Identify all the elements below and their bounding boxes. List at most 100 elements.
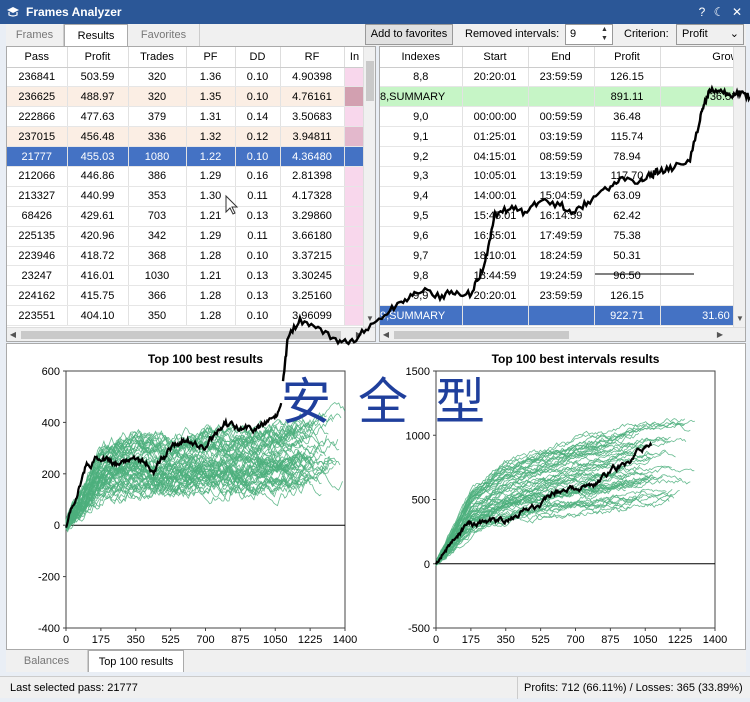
column-header[interactable]: RF (280, 47, 345, 68)
column-header[interactable]: Indexes (380, 47, 463, 68)
cell-profit: 75.38 (594, 226, 661, 247)
results-vertical-scrollbar[interactable]: ▼ (363, 47, 375, 327)
table-row[interactable]: 9,1 01:25:01 03:19:59 115.74 (380, 126, 745, 148)
column-header[interactable]: In (344, 47, 366, 68)
cell-trades: 366 (128, 285, 187, 307)
results-vscroll-thumb[interactable] (366, 61, 374, 101)
results-hscroll-thumb[interactable] (21, 331, 341, 339)
cell-pf: 1.30 (186, 186, 236, 207)
table-row[interactable]: 8,8 20:20:01 23:59:59 126.15 (380, 67, 745, 88)
intervals-hscroll-thumb[interactable] (394, 331, 569, 339)
cell-profit: 126.15 (594, 67, 661, 88)
intervals-vertical-scrollbar[interactable]: ▼ (733, 47, 745, 327)
table-row[interactable]: 222866 477.63 379 1.31 0.14 3.50683 (7, 106, 366, 128)
table-row[interactable]: 223551 404.10 350 1.28 0.10 3.96099 (7, 305, 366, 327)
cell-start (462, 305, 529, 327)
tab-balances[interactable]: Balances (6, 650, 88, 672)
column-header[interactable]: DD (235, 47, 281, 68)
table-row[interactable]: 21777 455.03 1080 1.22 0.10 4.36480 (7, 146, 366, 167)
cell-in-marker (344, 206, 366, 227)
table-row[interactable]: 212066 446.86 386 1.29 0.16 2.81398 (7, 166, 366, 187)
toolbar: Add to favorites Removed intervals: 9 ▲ ▼… (362, 24, 750, 46)
cell-pass: 21777 (7, 146, 68, 167)
table-row[interactable]: 9,7 18:10:01 18:24:59 50.31 (380, 246, 745, 267)
intervals-table: Indexes Start End Profit Growth 8,8 20:20:01 2… (379, 46, 746, 342)
cell-indexes: 9,6 (380, 226, 463, 247)
table-row[interactable]: 9,8 18:44:59 19:24:59 96.50 (380, 265, 745, 287)
scroll-left-icon[interactable]: ◀ (380, 330, 392, 339)
cell-pass: 236625 (7, 86, 68, 108)
cell-profit: 429.61 (67, 206, 129, 227)
table-row[interactable]: 9,3 10:05:01 13:19:59 117.70 (380, 166, 745, 187)
criterion-label: Criterion: (624, 28, 669, 40)
intervals-horizontal-scrollbar[interactable]: ◀ ▶ (380, 327, 745, 341)
close-icon[interactable]: ✕ (729, 4, 745, 20)
theme-toggle-icon[interactable]: ☾ (711, 4, 727, 20)
cell-rf: 4.90398 (280, 67, 345, 88)
y-tick-label: 400 (42, 417, 60, 429)
criterion-select[interactable]: Profit ⌄ (676, 24, 744, 45)
table-row[interactable]: 225135 420.96 342 1.29 0.11 3.66180 (7, 226, 366, 247)
cell-indexes: 9,4 (380, 186, 463, 207)
table-row[interactable]: 223946 418.72 368 1.28 0.10 3.37215 (7, 246, 366, 267)
x-tick-label: 175 (92, 634, 110, 646)
cell-indexes: 9,7 (380, 246, 463, 267)
removed-intervals-value: 9 (570, 28, 577, 40)
cell-profit: 62.42 (594, 206, 661, 227)
cell-rf: 2.81398 (280, 166, 345, 187)
column-header[interactable]: End (528, 47, 595, 68)
x-tick-label: 1050 (633, 634, 657, 646)
column-header[interactable]: Profit (67, 47, 129, 68)
cell-profit: 415.75 (67, 285, 129, 307)
table-row[interactable]: 9,0 00:00:00 00:59:59 36.48 (380, 106, 745, 128)
results-horizontal-scrollbar[interactable]: ◀ ▶ (7, 327, 375, 341)
y-tick-label: -400 (38, 623, 60, 635)
table-row[interactable]: 236841 503.59 320 1.36 0.10 4.90398 (7, 67, 366, 88)
tab-frames[interactable]: Frames (6, 24, 64, 46)
tab-results[interactable]: Results (64, 24, 128, 46)
scroll-left-icon[interactable]: ◀ (7, 330, 19, 339)
help-icon[interactable]: ? (694, 4, 710, 20)
column-header[interactable]: Profit (594, 47, 661, 68)
spinner-arrows-icon[interactable]: ▲ ▼ (601, 25, 611, 43)
removed-intervals-spinner[interactable]: 9 ▲ ▼ (565, 24, 613, 45)
table-row[interactable]: 237015 456.48 336 1.32 0.12 3.94811 (7, 126, 366, 148)
table-row[interactable]: 213327 440.99 353 1.30 0.11 4.17328 (7, 186, 366, 207)
tab-top-100-results[interactable]: Top 100 results (88, 650, 184, 672)
table-row[interactable]: 9,SUMMARY922.7131.60 (3.55 (380, 305, 745, 327)
cell-pass: 213327 (7, 186, 68, 207)
cell-profit: 115.74 (594, 126, 661, 148)
table-row[interactable]: 9,4 14:00:01 15:04:59 63.09 (380, 186, 745, 207)
scroll-right-icon[interactable]: ▶ (353, 330, 365, 339)
column-header[interactable]: Start (462, 47, 529, 68)
table-row[interactable]: 68426 429.61 703 1.21 0.13 3.29860 (7, 206, 366, 227)
cell-start: 04:15:01 (462, 146, 529, 167)
table-row[interactable]: 9,5 15:45:01 16:14:59 62.42 (380, 206, 745, 227)
add-to-favorites-button[interactable]: Add to favorites (365, 24, 453, 45)
chevron-down-icon: ⌄ (729, 28, 739, 40)
cell-trades: 353 (128, 186, 187, 207)
cell-in-marker (344, 126, 366, 148)
cell-dd: 0.13 (235, 265, 281, 287)
cell-dd: 0.10 (235, 246, 281, 267)
table-row[interactable]: 8,SUMMARY891.1136.53 (3 (380, 86, 745, 108)
cell-pf: 1.31 (186, 106, 236, 128)
cell-rf: 4.17328 (280, 186, 345, 207)
column-header[interactable]: Trades (128, 47, 187, 68)
tab-favorites[interactable]: Favorites (128, 24, 200, 46)
column-header[interactable]: Pass (7, 47, 68, 68)
table-row[interactable]: 9,6 16:55:01 17:49:59 75.38 (380, 226, 745, 247)
table-row[interactable]: 224162 415.75 366 1.28 0.13 3.25160 (7, 285, 366, 307)
table-row[interactable]: 23247 416.01 1030 1.21 0.13 3.30245 (7, 265, 366, 287)
cell-in-marker (344, 146, 366, 167)
scroll-down-icon[interactable]: ▼ (364, 314, 375, 323)
cell-dd: 0.13 (235, 285, 281, 307)
table-row[interactable]: 9,2 04:15:01 08:59:59 78.94 (380, 146, 745, 167)
table-row[interactable]: 9,9 20:20:01 23:59:59 126.15 (380, 285, 745, 307)
scroll-down-icon[interactable]: ▼ (734, 314, 745, 323)
scroll-right-icon[interactable]: ▶ (714, 330, 726, 339)
column-header[interactable]: PF (186, 47, 236, 68)
cell-pf: 1.22 (186, 146, 236, 167)
table-row[interactable]: 236625 488.97 320 1.35 0.10 4.76161 (7, 86, 366, 108)
cell-profit: 36.48 (594, 106, 661, 128)
